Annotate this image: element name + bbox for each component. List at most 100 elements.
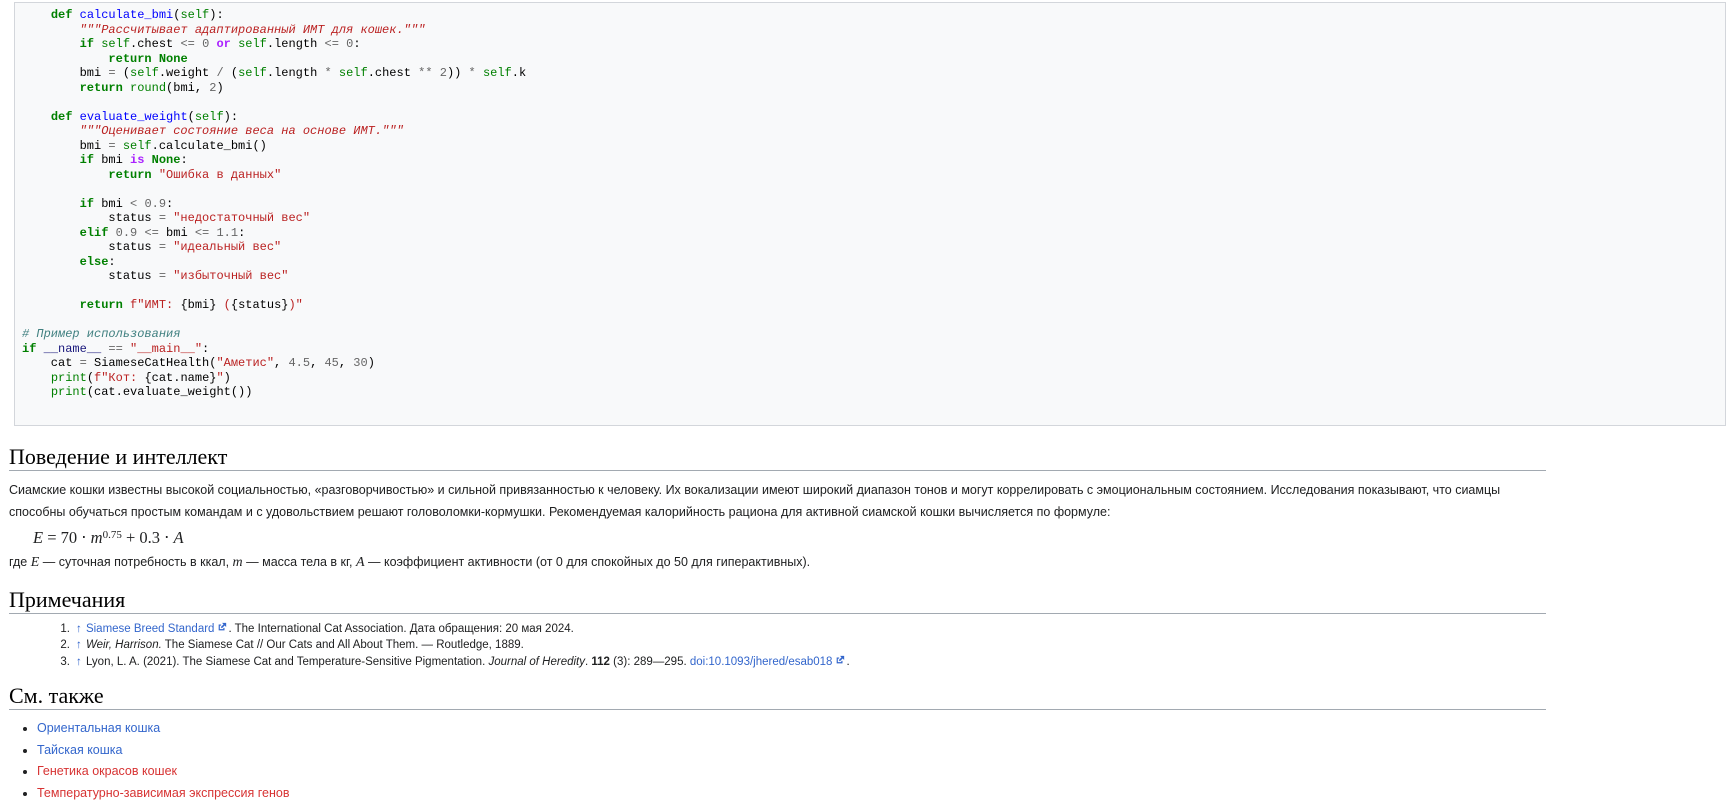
text-segment: The Siamese Cat // Our Cats and All Abou… — [162, 639, 524, 651]
section-heading-notes: Примечания — [9, 588, 1546, 614]
code-token — [22, 81, 80, 95]
backref-arrow-link[interactable]: ↑ — [75, 656, 83, 668]
code-block: def calculate_bmi(self): """Рассчитывает… — [14, 2, 1726, 426]
code-token — [36, 342, 43, 356]
text-segment: = 70 ⋅ — [43, 528, 91, 547]
code-token: return — [108, 52, 151, 66]
code-token: else — [80, 255, 109, 269]
reference-number: 2. — [56, 637, 70, 653]
text-segment: 112 — [591, 656, 610, 668]
code-token: return — [108, 168, 151, 182]
code-token — [22, 8, 51, 22]
see-also-item: Ориентальная кошка — [37, 718, 1734, 740]
code-token — [22, 124, 80, 138]
references-list: 1.↑ Siamese Breed Standard. The Internat… — [56, 621, 1734, 670]
code-token: bmi — [22, 139, 108, 153]
code-token: )" — [288, 298, 302, 312]
code-token — [72, 8, 79, 22]
external-link-icon — [835, 654, 845, 670]
code-token: {cat.name} — [144, 371, 216, 385]
text-segment: — суточная потребность в ккал, — [39, 555, 232, 569]
code-token: <= — [144, 226, 158, 240]
code-token — [22, 255, 80, 269]
code-token — [22, 385, 51, 399]
code-token: self — [195, 110, 224, 124]
code-token: """Рассчитывает адаптированный ИМТ для к… — [80, 23, 426, 37]
code-token: <= — [195, 226, 209, 240]
code-token — [22, 168, 108, 182]
code-token — [476, 66, 483, 80]
text-segment: m — [233, 555, 243, 570]
code-token: : — [353, 37, 360, 51]
code-token — [72, 110, 79, 124]
code-token: # Пример использования — [22, 327, 180, 341]
code-token: )) — [447, 66, 469, 80]
external-link[interactable]: doi:10.1093/jhered/esab018 — [690, 656, 833, 668]
code-token: "__main__" — [130, 342, 202, 356]
code-token: "недостаточный вес" — [173, 211, 310, 225]
code-token — [22, 153, 80, 167]
backref-arrow-link[interactable]: ↑ — [75, 623, 83, 635]
code-token — [22, 23, 80, 37]
code-token: "Аметис" — [216, 356, 274, 370]
code-token: if — [80, 37, 94, 51]
code-token — [152, 52, 159, 66]
code-token: 45 — [324, 356, 338, 370]
section-heading-see-also: См. также — [9, 684, 1546, 710]
code-token: if — [22, 342, 36, 356]
see-also-link[interactable]: Тайская кошка — [37, 743, 122, 757]
code-token: "идеальный вес" — [173, 240, 281, 254]
reference-item: 3. ↑ Lyon, L. A. (2021). The Siamese Cat … — [56, 654, 1734, 670]
see-also-red-link[interactable]: Генетика окрасов кошек — [37, 764, 177, 778]
code-token: = — [159, 240, 166, 254]
external-link-icon — [217, 621, 227, 637]
code-token: return — [80, 81, 123, 95]
code-token: {status} — [231, 298, 289, 312]
code-token — [123, 298, 130, 312]
code-token: status — [22, 211, 159, 225]
code-token: .k — [512, 66, 526, 80]
text-segment: . — [846, 656, 849, 668]
code-token: status — [22, 269, 159, 283]
code-token — [152, 168, 159, 182]
code-token: 30 — [353, 356, 367, 370]
code-token: bmi — [94, 197, 130, 211]
code-token — [332, 66, 339, 80]
code-token: : — [108, 255, 115, 269]
see-also-link[interactable]: Ориентальная кошка — [37, 721, 160, 735]
reference-number: 3. — [56, 654, 70, 670]
code-token: bmi — [22, 66, 108, 80]
code-token: == — [108, 342, 122, 356]
code-token: self — [238, 37, 267, 51]
code-token: def — [51, 8, 73, 22]
code-token: .calculate_bmi() — [152, 139, 267, 153]
text-segment: Lyon, L. A. (2021). The Siamese Cat and … — [86, 656, 489, 668]
code-token: evaluate_weight — [80, 110, 188, 124]
code-token: .chest — [368, 66, 418, 80]
code-token: 1.1 — [216, 226, 238, 240]
code-token: .weight — [159, 66, 217, 80]
text-segment: . The International Cat Association. Дат… — [228, 623, 573, 635]
code-token: __name__ — [44, 342, 102, 356]
text-segment: + 0.3 ⋅ — [122, 528, 174, 547]
code-token: ( — [87, 371, 94, 385]
code-token: <= — [325, 37, 339, 51]
code-token: print — [51, 371, 87, 385]
energy-formula: E = 70 ⋅ m0.75 + 0.3 ⋅ A — [33, 527, 1734, 551]
external-link[interactable]: Siamese Breed Standard — [86, 623, 215, 635]
backref-arrow-link[interactable]: ↑ — [75, 639, 83, 651]
code-token: : — [238, 226, 245, 240]
code-token: "Ошибка в данных" — [159, 168, 281, 182]
code-token: cat — [22, 356, 80, 370]
code-token — [108, 226, 115, 240]
code-token: = — [80, 356, 87, 370]
code-token — [231, 37, 238, 51]
code-token: (bmi, — [166, 81, 209, 95]
text-segment: (3): 289—295. — [610, 656, 690, 668]
code-token: {bmi} — [180, 298, 216, 312]
code-token: ( — [224, 66, 238, 80]
text-segment: Weir, Harrison. — [86, 639, 162, 651]
code-token: print — [51, 385, 87, 399]
code-token: SiameseCatHealth( — [87, 356, 217, 370]
code-token: (cat.evaluate_weight()) — [87, 385, 253, 399]
